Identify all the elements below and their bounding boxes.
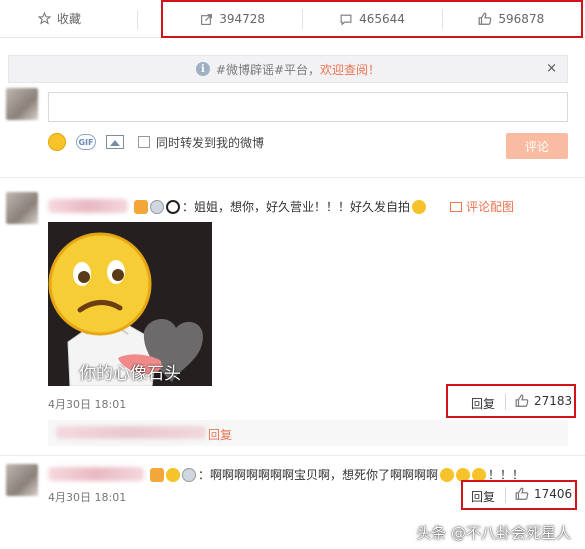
comment-image[interactable]: 你的心像石头 <box>48 222 212 386</box>
highlight-box-comment-2 <box>461 480 577 510</box>
submit-comment-button[interactable]: 评论 <box>506 133 568 159</box>
badge-icon <box>134 199 148 214</box>
star-icon <box>38 12 51 25</box>
sub-reply-preview: 回复 <box>48 420 568 446</box>
commenter-avatar[interactable] <box>6 192 38 224</box>
highlight-box-comment-1 <box>446 384 576 418</box>
highlight-box-stats <box>161 0 583 38</box>
comment-pic-link[interactable]: 评论配图 <box>450 198 514 215</box>
image-caption: 你的心像石头 <box>79 364 181 384</box>
sub-reply-link[interactable]: 回复 <box>208 426 232 443</box>
medal-icon <box>150 199 164 214</box>
comment-input[interactable] <box>48 92 568 122</box>
image-icon[interactable] <box>106 135 124 149</box>
medal-icon <box>182 467 196 482</box>
user-avatar[interactable] <box>6 88 38 120</box>
divider <box>137 10 138 30</box>
divider <box>0 177 585 178</box>
close-icon[interactable]: × <box>546 61 557 76</box>
panda-emoji-icon <box>166 199 180 214</box>
commenter-name[interactable] <box>48 199 128 213</box>
collect-button[interactable]: 收藏 <box>38 10 81 27</box>
notice-link[interactable]: 欢迎查阅！ <box>320 61 380 78</box>
divider <box>0 455 585 456</box>
comment-text: ：啊啊啊啊啊啊啊宝贝啊，想死你了啊啊啊啊 <box>198 468 439 482</box>
rumor-notice: i #微博辟谣#平台， 欢迎查阅！ × <box>8 55 568 83</box>
comment-body: ：姐姐，想你，好久营业！！！好久发自拍 <box>134 198 427 215</box>
crying-emoji-icon <box>440 467 455 482</box>
gif-icon[interactable]: GIF <box>76 134 96 150</box>
info-icon: i <box>195 62 210 76</box>
pic-link-label: 评论配图 <box>466 200 515 214</box>
composer-toolbar: GIF 同时转发到我的微博 <box>48 132 264 152</box>
picture-icon <box>450 201 462 212</box>
comment-text: ：姐姐，想你，好久营业！！！好久发自拍 <box>182 200 411 214</box>
commenter-name[interactable] <box>48 467 144 481</box>
emoji-icon[interactable] <box>48 133 66 151</box>
cool-emoji-icon <box>166 467 180 482</box>
notice-text: #微博辟谣#平台， <box>215 62 321 77</box>
selfie-emoji-icon <box>412 199 427 214</box>
forward-checkbox-label: 同时转发到我的微博 <box>156 135 265 150</box>
commenter-avatar[interactable] <box>6 464 38 496</box>
forward-checkbox[interactable] <box>138 136 150 148</box>
collect-label: 收藏 <box>57 12 82 26</box>
comment-time: 4月30日 18:01 <box>48 398 127 411</box>
badge-icon <box>150 467 164 482</box>
watermark: 头条 @不八卦会死星人 <box>416 524 571 542</box>
comment-time: 4月30日 18:01 <box>48 491 127 504</box>
sub-reply-blurred-text <box>56 426 206 439</box>
